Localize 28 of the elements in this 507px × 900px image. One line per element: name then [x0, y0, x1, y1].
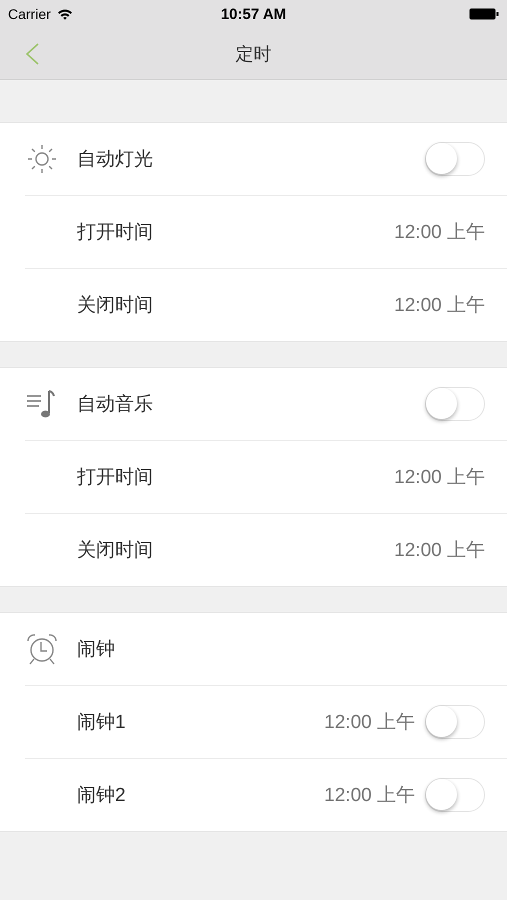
sun-icon [25, 142, 59, 176]
toggle-switch[interactable] [425, 387, 485, 421]
toggle-switch[interactable] [425, 142, 485, 176]
row-label: 闹钟1 [77, 711, 126, 735]
row-label: 打开时间 [77, 221, 153, 245]
time-value[interactable]: 12:00 上午 [394, 464, 485, 490]
time-value[interactable]: 12:00 上午 [394, 219, 485, 245]
row-label: 闹钟 [77, 638, 115, 662]
time-value[interactable]: 12:00 上午 [324, 782, 415, 808]
time-value[interactable]: 12:00 上午 [394, 292, 485, 318]
toggle-switch[interactable] [425, 705, 485, 739]
wifi-icon [56, 8, 73, 20]
row-label: 关闭时间 [77, 539, 153, 563]
time-value[interactable]: 12:00 上午 [324, 709, 415, 735]
row-label: 闹钟2 [77, 784, 126, 808]
row-label: 关闭时间 [77, 294, 153, 318]
alarm-clock-icon [25, 632, 59, 666]
back-button[interactable] [25, 40, 39, 66]
battery-icon [469, 8, 499, 20]
toggle-switch[interactable] [425, 778, 485, 812]
row-label: 自动灯光 [77, 148, 153, 172]
carrier-name: Carrier [8, 6, 51, 22]
status-time: 10:57 AM [220, 6, 288, 22]
back-chevron-icon [25, 42, 39, 64]
screen-title: 定时 [234, 42, 272, 66]
row-label: 打开时间 [77, 466, 153, 490]
time-value[interactable]: 12:00 上午 [394, 537, 485, 563]
row-label: 自动音乐 [77, 393, 153, 417]
